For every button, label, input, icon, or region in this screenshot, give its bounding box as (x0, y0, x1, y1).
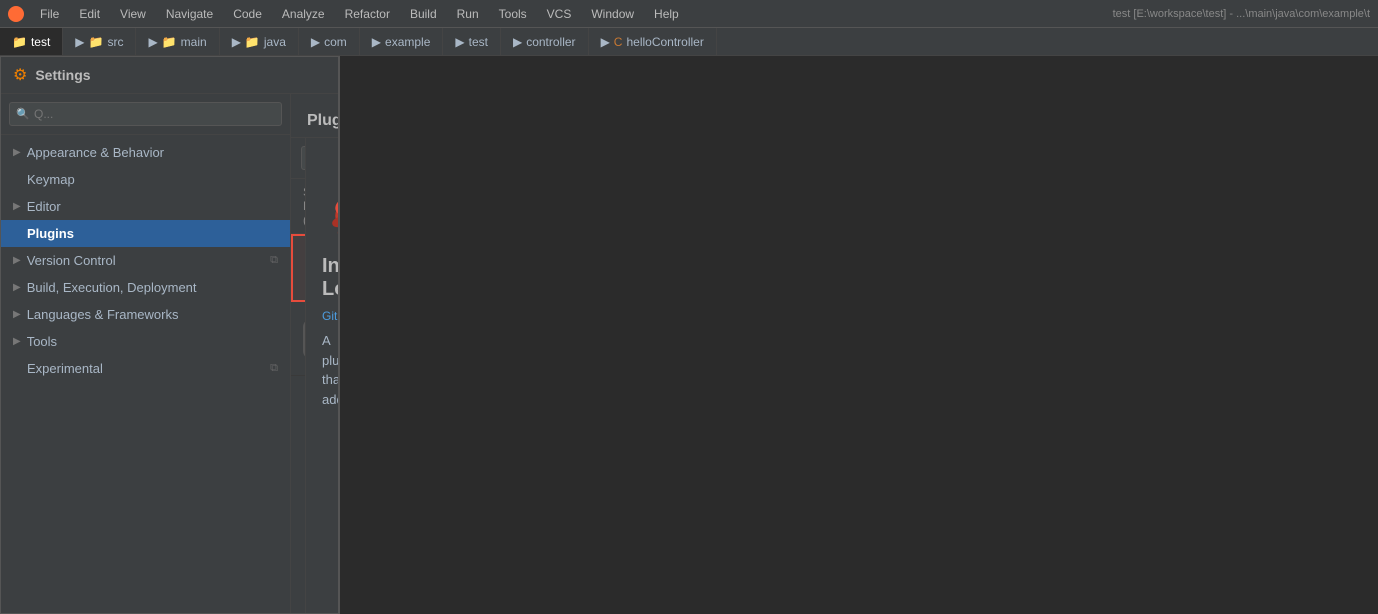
plugin-search-bar: 🔍 ✕ (291, 138, 306, 179)
plugin-results-header: Search Results (2) Sort By: Relevance ▾ (291, 179, 306, 234)
plugins-panel: Plugins Marketplace Installed (291, 94, 338, 613)
nav-item-appearance[interactable]: ▶ Appearance & Behavior (1, 139, 290, 166)
breadcrumb-sep: ▶ (75, 35, 84, 49)
plugins-list-area: 🔍 ✕ Search Results (2) Sort By: Re (291, 138, 306, 613)
settings-body: 🔍 ▶ Appearance & Behavior Keymap (1, 94, 338, 613)
folder-icon: 📁 (89, 35, 104, 49)
nav-item-label: Tools (27, 334, 57, 349)
settings-dialog: ⚙ Settings 🔍 ▶ (0, 56, 339, 614)
nav-item-editor[interactable]: ▶ Editor (1, 193, 290, 220)
breadcrumb-sep: ▶ (601, 35, 610, 49)
settings-overlay: ⚙ Settings 🔍 ▶ (0, 56, 339, 614)
java-icon: C (614, 35, 623, 49)
tab-bar: 📁 test ▶ 📁 src ▶ 📁 main ▶ 📁 java ▶ com ▶… (0, 28, 1378, 56)
folder-icon: 📁 (162, 35, 177, 49)
settings-search-input[interactable] (9, 102, 282, 126)
folder-icon: 📁 (12, 35, 27, 49)
nav-item-experimental[interactable]: Experimental ⧉ (1, 355, 290, 382)
menu-navigate[interactable]: Navigate (162, 5, 217, 23)
plugin-detail-icon (322, 154, 338, 244)
tab-controller[interactable]: ▶ controller (501, 28, 589, 55)
nav-item-label: Appearance & Behavior (27, 145, 164, 160)
menu-run[interactable]: Run (453, 5, 483, 23)
folder-icon: 📁 (245, 35, 260, 49)
nav-item-build[interactable]: ▶ Build, Execution, Deployment (1, 274, 290, 301)
tab-java[interactable]: ▶ 📁 java (220, 28, 299, 55)
nav-item-keymap[interactable]: Keymap (1, 166, 290, 193)
settings-left-panel: 🔍 ▶ Appearance & Behavior Keymap (1, 94, 291, 613)
app-logo (8, 6, 24, 22)
copy-icon: ⧉ (270, 362, 278, 375)
tab-hellocontroller[interactable]: ▶ C helloController (589, 28, 717, 55)
nav-item-tools[interactable]: ▶ Tools (1, 328, 290, 355)
menu-refactor[interactable]: Refactor (341, 5, 394, 23)
nav-item-label: Version Control (27, 253, 116, 268)
settings-search: 🔍 (1, 94, 290, 135)
nav-item-version-control[interactable]: ▶ Version Control ⧉ (1, 247, 290, 274)
tab-test2[interactable]: ▶ test (443, 28, 501, 55)
settings-right-panel: Plugins Marketplace Installed (291, 94, 338, 613)
tab-src[interactable]: ▶ 📁 src (63, 28, 136, 55)
menu-build[interactable]: Build (406, 5, 441, 23)
breadcrumb-sep: ▶ (232, 35, 241, 49)
breadcrumb-sep: ▶ (513, 35, 522, 49)
breadcrumb-sep: ▶ (372, 35, 381, 49)
plugin-item-lombok[interactable]: Lombok ↓ 12.1M ★ 4.2 Michail (291, 234, 305, 302)
settings-logo-icon: ⚙ (13, 65, 27, 85)
plugin-icon-json2pojo: J (303, 319, 305, 359)
breadcrumb-sep: ▶ (311, 35, 320, 49)
tab-test[interactable]: 📁 test (0, 28, 63, 55)
menu-help[interactable]: Help (650, 5, 683, 23)
menu-edit[interactable]: Edit (75, 5, 104, 23)
nav-item-label: Plugins (13, 226, 74, 241)
plugins-content: 🔍 ✕ Search Results (2) Sort By: Re (291, 138, 338, 613)
settings-nav: ▶ Appearance & Behavior Keymap ▶ Editor (1, 135, 290, 613)
nav-item-languages[interactable]: ▶ Languages & Frameworks (1, 301, 290, 328)
menu-bar: File Edit View Navigate Code Analyze Ref… (0, 0, 1378, 28)
menu-analyze[interactable]: Analyze (278, 5, 329, 23)
main-area: Project ▾ ▾ 📁 test E:\workspace\test ▶ 📁… (0, 56, 1378, 614)
breadcrumb-sep: ▶ (148, 35, 157, 49)
nav-arrow-icon: ▶ (13, 255, 21, 266)
plugins-header: Plugins Marketplace Installed (291, 94, 338, 138)
menu-tools[interactable]: Tools (495, 5, 531, 23)
github-link[interactable]: GitHub (322, 309, 338, 323)
menu-window[interactable]: Window (587, 5, 638, 23)
tab-example[interactable]: ▶ example (360, 28, 444, 55)
plugin-detail-panel: ↓ IntelliJ Lom GitHub | Issues | (306, 138, 338, 613)
menu-view[interactable]: View (116, 5, 150, 23)
nav-arrow-icon: ▶ (13, 147, 21, 158)
nav-item-plugins[interactable]: Plugins (1, 220, 290, 247)
nav-item-label: Editor (27, 199, 61, 214)
settings-title: Settings (35, 67, 90, 83)
copy-icon: ⧉ (270, 254, 278, 267)
search-icon: 🔍 (16, 108, 30, 121)
menu-vcs[interactable]: VCS (543, 5, 576, 23)
nav-arrow-icon: ▶ (13, 282, 21, 293)
nav-item-label: Build, Execution, Deployment (27, 280, 197, 295)
nav-item-label: Languages & Frameworks (27, 307, 179, 322)
nav-item-label: Experimental (13, 361, 103, 376)
tab-main[interactable]: ▶ 📁 main (136, 28, 219, 55)
nav-arrow-icon: ▶ (13, 201, 21, 212)
nav-arrow-icon: ▶ (13, 309, 21, 320)
tab-com[interactable]: ▶ com (299, 28, 360, 55)
plugin-item-json2pojo[interactable]: J Json2Pojo with Lombok ↓ 44 (291, 302, 305, 376)
project-panel: Project ▾ ▾ 📁 test E:\workspace\test ▶ 📁… (0, 56, 340, 614)
window-title: test [E:\workspace\test] - ...\main\java… (1113, 8, 1370, 20)
menu-code[interactable]: Code (229, 5, 266, 23)
settings-header: ⚙ Settings (1, 57, 338, 94)
nav-item-label: Keymap (13, 172, 75, 187)
menu-file[interactable]: File (36, 5, 63, 23)
plugins-title: Plugins (307, 112, 338, 130)
nav-arrow-icon: ▶ (13, 336, 21, 347)
plugin-list: Lombok ↓ 12.1M ★ 4.2 Michail (291, 234, 305, 613)
breadcrumb-sep: ▶ (455, 35, 464, 49)
